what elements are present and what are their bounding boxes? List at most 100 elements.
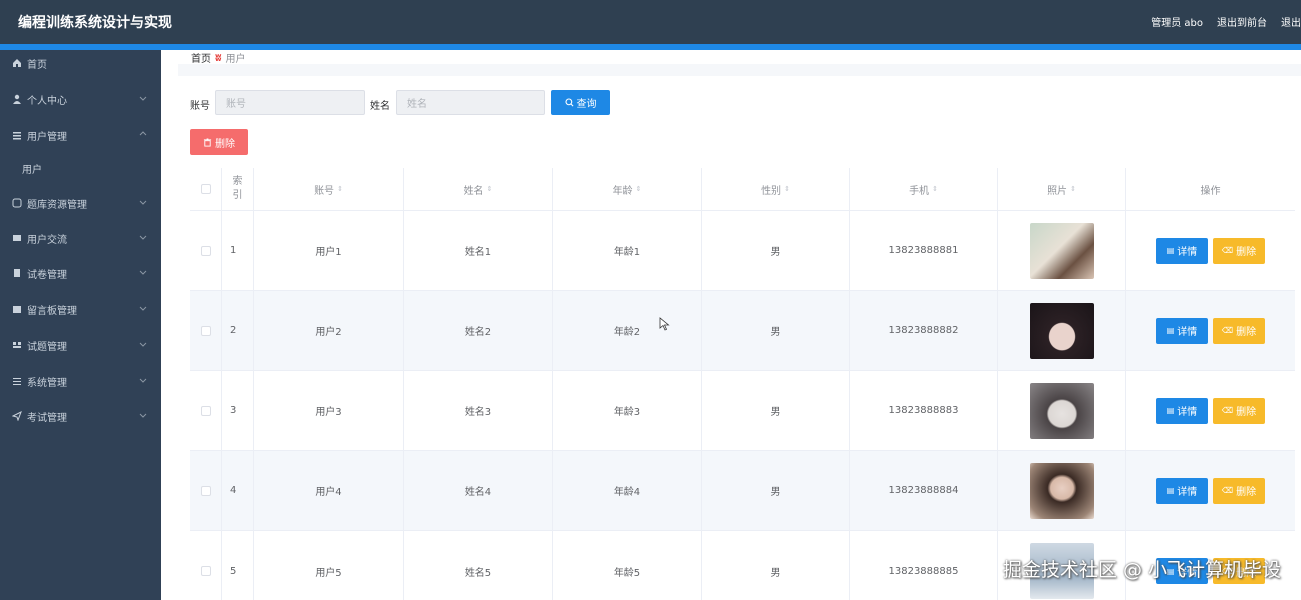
app-title: 编程训练系统设计与实现 [18,15,172,31]
table-row: 1 用户1 姓名1 年龄1 男 13823888881 ▤ 详情 ⌫ 删除 [190,211,1295,291]
sidebar-item-question-bank[interactable]: 题库资源管理 [0,190,161,216]
chevron-down-icon [139,200,147,205]
cell-name: 姓名5 [404,531,553,600]
search-icon [564,98,573,107]
row-checkbox[interactable] [200,325,211,336]
sidebar-item-question-management[interactable]: 试题管理 [0,332,161,358]
sort-icon[interactable]: ⇕ [636,185,642,193]
cell-name: 姓名2 [404,291,553,370]
detail-icon: ▤ [1166,246,1175,255]
breadcrumb: 首页 ʬ 用户 [191,50,246,65]
cell-account: 用户4 [254,451,404,530]
sort-icon[interactable]: ⇕ [784,185,790,193]
col-name[interactable]: 姓名 ⇕ [404,168,553,210]
row-checkbox[interactable] [200,245,211,256]
question-icon [12,340,22,350]
chevron-down-icon [139,235,147,240]
sidebar-item-home[interactable]: 首页 [0,50,161,76]
paper-icon [12,268,22,278]
sidebar-item-system-management[interactable]: 系统管理 [0,368,161,394]
query-button-label: 查询 [576,99,597,110]
row-checkbox[interactable] [200,566,211,576]
select-all-checkbox[interactable] [200,184,211,194]
sidebar-item-label: 个人中心 [27,95,67,107]
chevron-down-icon [139,306,147,311]
col-phone[interactable]: 手机 ⇕ [850,168,998,210]
breadcrumb-home[interactable]: 首页 [191,50,211,65]
detail-button[interactable]: ▤ 详情 [1156,317,1208,344]
col-gender[interactable]: 性别 ⇕ [702,168,850,210]
account-label: 账号 [190,101,210,112]
cell-age: 年龄4 [553,451,702,530]
cell-phone: 13823888884 [850,451,998,530]
sort-icon[interactable]: ⇕ [487,185,493,193]
detail-icon: ▤ [1166,486,1175,495]
sort-icon[interactable]: ⇕ [337,185,343,193]
database-icon [12,198,22,208]
row-checkbox[interactable] [200,405,211,416]
detail-button[interactable]: ▤ 详情 [1156,397,1208,424]
main-content: 首页 ʬ 用户 账号 账号 姓名 姓名 查询 删除 索引 账号 ⇕ 姓名 ⇕ 年龄 ⇕… [161,50,1301,600]
mouse-cursor-icon [659,317,670,331]
sidebar-item-message-board[interactable]: 留言板管理 [0,296,161,322]
col-age[interactable]: 年龄 ⇕ [553,168,702,210]
name-input[interactable]: 姓名 [396,90,545,115]
sidebar-item-label: 留言板管理 [27,305,77,317]
message-icon [12,304,22,314]
detail-button[interactable]: ▤ 详情 [1156,477,1208,504]
cell-phone: 13823888881 [850,211,998,290]
batch-delete-button[interactable]: 删除 [190,129,248,155]
sidebar-item-label: 系统管理 [27,377,67,389]
account-input[interactable]: 账号 [215,90,365,115]
sidebar-item-user-chat[interactable]: 用户交流 [0,225,161,251]
delete-button[interactable]: ⌫ 删除 [1213,397,1265,424]
watermark: 掘金技术社区 @ 小飞计算机毕设 [1002,559,1281,581]
sidebar-item-label: 考试管理 [27,412,67,424]
sidebar-item-paper-management[interactable]: 试卷管理 [0,260,161,286]
table-row: 3 用户3 姓名3 年龄3 男 13823888883 ▤ 详情 ⌫ 删除 [190,371,1295,451]
cell-phone: 13823888883 [850,371,998,450]
col-photo[interactable]: 照片 ⇕ [998,168,1126,210]
to-front-link[interactable]: 退出到前台 [1217,14,1267,29]
settings-icon [12,376,22,386]
name-label: 姓名 [370,101,390,112]
batch-delete-label: 删除 [215,138,235,150]
select-all-cell [190,168,222,210]
sidebar-item-profile[interactable]: 个人中心 [0,86,161,112]
query-button[interactable]: 查询 [551,90,610,115]
cell-index: 2 [222,291,254,370]
delete-button[interactable]: ⌫ 删除 [1213,317,1265,344]
cell-phone: 13823888885 [850,531,998,600]
cell-account: 用户2 [254,291,404,370]
trash-icon [203,137,212,147]
sort-icon[interactable]: ⇕ [1070,185,1076,193]
col-account[interactable]: 账号 ⇕ [254,168,404,210]
cell-gender: 男 [702,211,850,290]
col-actions: 操作 [1200,185,1221,197]
delete-button[interactable]: ⌫ 删除 [1213,477,1265,504]
table-row: 4 用户4 姓名4 年龄4 男 13823888884 ▤ 详情 ⌫ 删除 [190,451,1295,531]
trash-icon: ⌫ [1221,246,1234,255]
trash-icon: ⌫ [1221,486,1234,495]
row-checkbox[interactable] [200,485,211,496]
cell-phone: 13823888882 [850,291,998,370]
detail-icon: ▤ [1166,406,1175,415]
delete-button[interactable]: ⌫ 删除 [1213,237,1265,264]
chevron-down-icon [139,96,147,101]
logout-link[interactable]: 退出 [1281,14,1301,29]
cell-gender: 男 [702,451,850,530]
sidebar-item-exam-management[interactable]: 考试管理 [0,403,161,429]
chevron-up-icon [139,131,147,136]
users-icon [12,130,22,140]
table-header-row: 索引 账号 ⇕ 姓名 ⇕ 年龄 ⇕ 性别 ⇕ 手机 ⇕ 照片 ⇕ 操作 [190,168,1295,211]
detail-button[interactable]: ▤ 详情 [1156,237,1208,264]
cell-age: 年龄1 [553,211,702,290]
col-index: 索引 [222,168,254,210]
cell-gender: 男 [702,291,850,370]
sort-icon[interactable]: ⇕ [932,185,938,193]
sidebar-item-label: 题库资源管理 [27,199,87,211]
sidebar-item-label: 首页 [27,59,47,71]
sidebar-item-user-management[interactable]: 用户管理 [0,122,161,148]
cell-age: 年龄3 [553,371,702,450]
sidebar-subitem-user[interactable]: 用户 [0,155,161,181]
